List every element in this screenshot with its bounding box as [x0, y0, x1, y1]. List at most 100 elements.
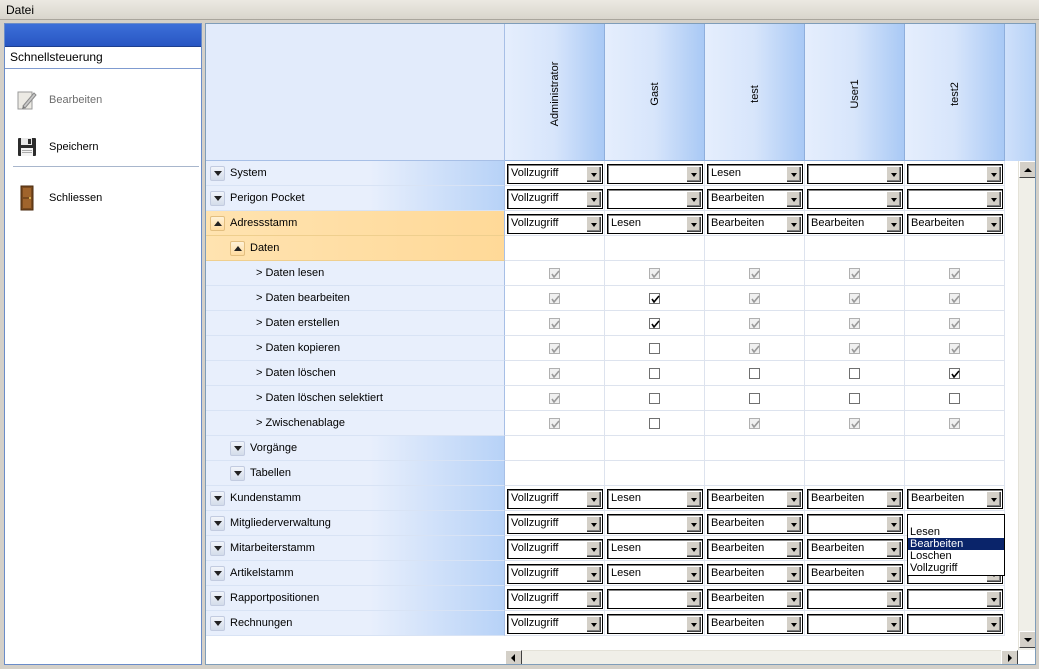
dropdown-arrow-icon[interactable]: [586, 566, 601, 582]
permission-combo[interactable]: Vollzugriff: [507, 514, 603, 534]
permission-combo[interactable]: Bearbeiten: [707, 514, 803, 534]
dropdown-arrow-icon[interactable]: [586, 216, 601, 232]
dropdown-arrow-icon[interactable]: [786, 616, 801, 632]
row-header[interactable]: > Zwischenablage: [206, 411, 505, 436]
row-header[interactable]: Perigon Pocket: [206, 186, 505, 211]
close-action[interactable]: Schliessen: [13, 183, 102, 213]
permission-combo[interactable]: Bearbeiten: [807, 214, 903, 234]
permission-combo[interactable]: Lesen: [707, 164, 803, 184]
dropdown-arrow-icon[interactable]: [786, 216, 801, 232]
permission-combo[interactable]: [807, 164, 903, 184]
expand-chevron-icon[interactable]: [210, 541, 225, 556]
permission-checkbox[interactable]: [949, 368, 960, 379]
permission-combo[interactable]: [907, 614, 1003, 634]
permission-combo[interactable]: Bearbeiten: [707, 489, 803, 509]
dropdown-arrow-icon[interactable]: [686, 591, 701, 607]
row-header[interactable]: Rechnungen: [206, 611, 505, 636]
permission-combo[interactable]: [907, 589, 1003, 609]
permission-combo[interactable]: [807, 589, 903, 609]
row-header[interactable]: Artikelstamm: [206, 561, 505, 586]
row-header[interactable]: > Daten kopieren: [206, 336, 505, 361]
permission-combo[interactable]: Vollzugriff: [507, 564, 603, 584]
dropdown-arrow-icon[interactable]: [886, 541, 901, 557]
dropdown-option[interactable]: Bearbeiten: [908, 538, 1004, 550]
permission-combo[interactable]: Bearbeiten: [707, 589, 803, 609]
row-header[interactable]: > Daten löschen selektiert: [206, 386, 505, 411]
dropdown-arrow-icon[interactable]: [986, 216, 1001, 232]
row-header[interactable]: Daten: [206, 236, 505, 261]
row-header[interactable]: Mitgliederverwaltung: [206, 511, 505, 536]
expand-chevron-icon[interactable]: [210, 166, 225, 181]
permission-combo[interactable]: Vollzugriff: [507, 489, 603, 509]
permission-checkbox[interactable]: [849, 393, 860, 404]
dropdown-option[interactable]: Lesen: [908, 526, 1004, 538]
row-header[interactable]: Tabellen: [206, 461, 505, 486]
permission-combo[interactable]: [807, 514, 903, 534]
row-header[interactable]: System: [206, 161, 505, 186]
scroll-down-button[interactable]: [1019, 631, 1035, 648]
permission-combo[interactable]: [607, 164, 703, 184]
row-header[interactable]: > Daten löschen: [206, 361, 505, 386]
permission-combo[interactable]: [807, 614, 903, 634]
expand-chevron-icon[interactable]: [210, 591, 225, 606]
dropdown-arrow-icon[interactable]: [686, 491, 701, 507]
dropdown-arrow-icon[interactable]: [986, 591, 1001, 607]
permission-combo[interactable]: [607, 614, 703, 634]
dropdown-arrow-icon[interactable]: [886, 191, 901, 207]
dropdown-arrow-icon[interactable]: [986, 191, 1001, 207]
permission-checkbox[interactable]: [649, 393, 660, 404]
permission-checkbox[interactable]: [649, 368, 660, 379]
dropdown-arrow-icon[interactable]: [686, 616, 701, 632]
permission-checkbox[interactable]: [949, 393, 960, 404]
edit-action[interactable]: Bearbeiten: [13, 85, 102, 115]
expand-chevron-icon[interactable]: [210, 191, 225, 206]
permission-checkbox[interactable]: [649, 343, 660, 354]
dropdown-arrow-icon[interactable]: [786, 591, 801, 607]
expand-chevron-icon[interactable]: [210, 516, 225, 531]
permission-checkbox[interactable]: [749, 368, 760, 379]
dropdown-arrow-icon[interactable]: [986, 166, 1001, 182]
permission-combo[interactable]: Lesen: [607, 214, 703, 234]
permission-combo[interactable]: Lesen: [607, 564, 703, 584]
permission-checkbox[interactable]: [849, 368, 860, 379]
collapse-chevron-icon[interactable]: [230, 241, 245, 256]
permission-combo[interactable]: Bearbeiten: [707, 539, 803, 559]
row-header[interactable]: Vorgänge: [206, 436, 505, 461]
dropdown-arrow-icon[interactable]: [886, 616, 901, 632]
dropdown-arrow-icon[interactable]: [686, 516, 701, 532]
dropdown-arrow-icon[interactable]: [586, 591, 601, 607]
dropdown-arrow-icon[interactable]: [786, 516, 801, 532]
expand-chevron-icon[interactable]: [230, 441, 245, 456]
dropdown-arrow-icon[interactable]: [586, 491, 601, 507]
dropdown-arrow-icon[interactable]: [786, 491, 801, 507]
dropdown-arrow-icon[interactable]: [886, 166, 901, 182]
permission-combo[interactable]: Lesen: [607, 489, 703, 509]
permission-combo[interactable]: Vollzugriff: [507, 214, 603, 234]
save-action[interactable]: Speichern: [13, 132, 99, 162]
row-header[interactable]: Adressstamm: [206, 211, 505, 236]
permission-combo[interactable]: [907, 164, 1003, 184]
permission-combo[interactable]: [607, 189, 703, 209]
permission-combo[interactable]: Bearbeiten: [907, 489, 1003, 509]
permission-combo[interactable]: Vollzugriff: [507, 539, 603, 559]
permission-combo[interactable]: Bearbeiten: [807, 489, 903, 509]
permission-combo[interactable]: Vollzugriff: [507, 614, 603, 634]
dropdown-arrow-icon[interactable]: [586, 191, 601, 207]
dropdown-arrow-icon[interactable]: [886, 591, 901, 607]
permission-combo[interactable]: Bearbeiten: [907, 214, 1003, 234]
dropdown-arrow-icon[interactable]: [586, 616, 601, 632]
permission-checkbox[interactable]: [749, 393, 760, 404]
dropdown-arrow-icon[interactable]: [886, 516, 901, 532]
dropdown-arrow-icon[interactable]: [986, 616, 1001, 632]
horizontal-scrollbar[interactable]: [505, 650, 1018, 664]
permission-combo[interactable]: [807, 189, 903, 209]
permission-combo[interactable]: [907, 189, 1003, 209]
collapse-chevron-icon[interactable]: [210, 216, 225, 231]
scroll-up-button[interactable]: [1019, 161, 1035, 178]
dropdown-arrow-icon[interactable]: [986, 491, 1001, 507]
permission-combo[interactable]: Bearbeiten: [707, 214, 803, 234]
expand-chevron-icon[interactable]: [210, 566, 225, 581]
dropdown-option[interactable]: Vollzugriff: [908, 562, 1004, 574]
row-header[interactable]: Mitarbeiterstamm: [206, 536, 505, 561]
dropdown-arrow-icon[interactable]: [886, 491, 901, 507]
